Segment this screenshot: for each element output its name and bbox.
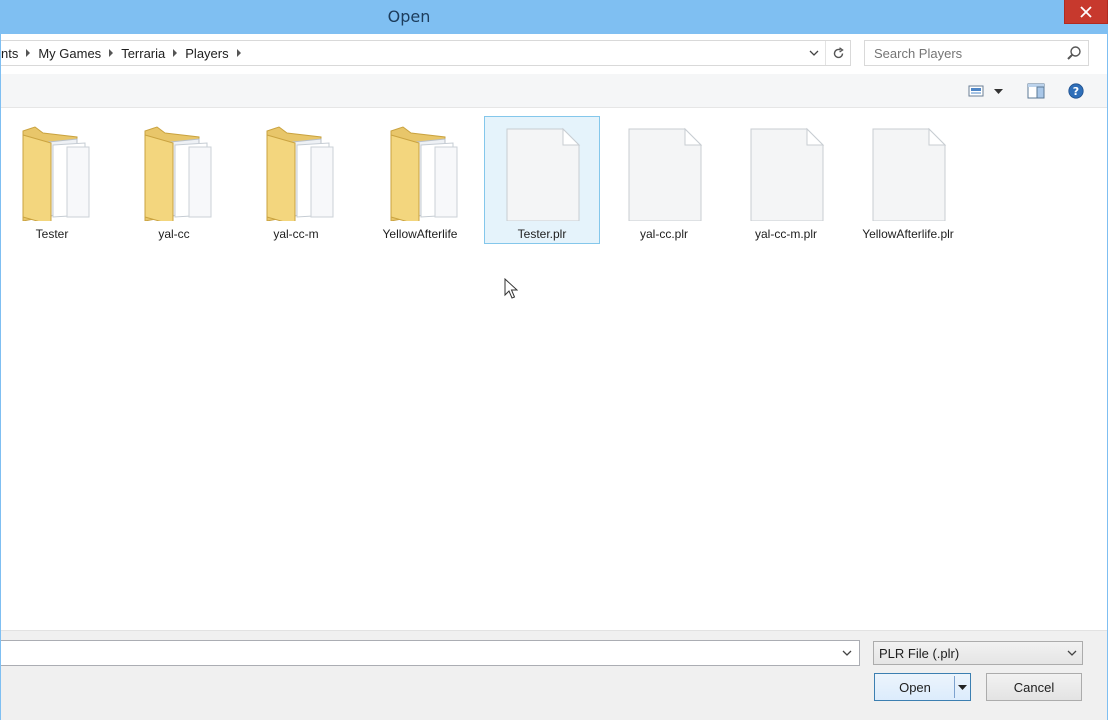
chevron-down-icon [842, 650, 852, 656]
dialog-footer: PLR File (.plr) Open Cancel [0, 630, 1108, 720]
file-item-folder[interactable]: YellowAfterlife [362, 116, 478, 244]
change-view-button[interactable] [966, 82, 986, 100]
breadcrumb: nts My Games Terraria Players [1, 41, 244, 65]
triangle-down-icon [958, 684, 967, 690]
search-input[interactable] [865, 41, 1060, 65]
breadcrumb-item-my-games[interactable]: My Games [33, 46, 106, 61]
help-icon: ? [1068, 83, 1084, 99]
cancel-button[interactable]: Cancel [986, 673, 1082, 701]
refresh-button[interactable] [825, 41, 851, 65]
address-row: nts My Games Terraria Players [0, 34, 1108, 74]
file-item-label: YellowAfterlife.plr [862, 227, 954, 241]
breadcrumb-item-players[interactable]: Players [180, 46, 233, 61]
file-item-label: yal-cc-m [273, 227, 319, 241]
close-button[interactable] [1064, 0, 1108, 24]
open-button-label: Open [899, 680, 931, 695]
breadcrumb-item-terraria[interactable]: Terraria [116, 46, 170, 61]
file-item-folder[interactable]: yal-cc-m [238, 116, 354, 244]
svg-text:?: ? [1073, 85, 1079, 98]
file-type-select[interactable]: PLR File (.plr) [873, 641, 1083, 665]
open-button[interactable]: Open [874, 673, 971, 701]
address-history-dropdown[interactable] [803, 41, 825, 65]
file-name-input[interactable] [0, 641, 835, 665]
file-item-selected[interactable]: Tester.plr [484, 116, 600, 244]
chevron-down-icon [1067, 650, 1077, 656]
document-icon [872, 127, 947, 221]
file-type-selected: PLR File (.plr) [879, 646, 960, 661]
breadcrumb-separator-icon[interactable] [106, 41, 116, 65]
file-item-label: yal-cc.plr [639, 227, 688, 241]
file-item-label: yal-cc [158, 227, 190, 241]
open-options-dropdown[interactable] [954, 676, 970, 698]
document-icon [750, 127, 825, 221]
search-box[interactable] [864, 40, 1089, 66]
folder-icon [144, 126, 212, 221]
close-icon [1080, 5, 1092, 18]
file-item[interactable]: YellowAfterlife.plr [850, 116, 966, 244]
view-options-dropdown[interactable] [990, 82, 1006, 100]
breadcrumb-separator-icon[interactable] [234, 41, 244, 65]
file-item-folder[interactable]: yal-cc [116, 116, 232, 244]
help-button[interactable]: ? [1066, 82, 1086, 100]
refresh-icon [833, 46, 844, 58]
breadcrumb-separator-icon[interactable] [23, 41, 33, 65]
file-type-dropdown[interactable] [1062, 642, 1082, 664]
document-icon [506, 127, 581, 221]
document-icon [628, 127, 703, 221]
preview-pane-button[interactable] [1025, 82, 1047, 100]
address-bar[interactable]: nts My Games Terraria Players [1, 40, 851, 66]
search-icon[interactable] [1065, 45, 1083, 61]
folder-icon [390, 126, 458, 221]
command-toolbar: ? [0, 74, 1108, 108]
window-border-left [0, 34, 1, 720]
breadcrumb-separator-icon[interactable] [170, 41, 180, 65]
file-item-label: YellowAfterlife [382, 227, 458, 241]
file-item-label: Tester [35, 227, 69, 241]
title-bar: Open [0, 0, 1108, 34]
file-name-combo[interactable] [0, 640, 860, 666]
window-title: Open [387, 7, 431, 26]
preview-pane-icon [1027, 83, 1045, 99]
file-item[interactable]: yal-cc.plr [606, 116, 722, 244]
mouse-cursor-icon [504, 278, 518, 299]
file-item[interactable]: yal-cc-m.plr [728, 116, 844, 244]
folder-icon [22, 126, 90, 221]
triangle-down-icon [993, 88, 1003, 94]
file-item-label: Tester.plr [517, 227, 567, 241]
folder-icon [266, 126, 334, 221]
change-view-icon [968, 85, 984, 97]
chevron-down-icon [809, 50, 819, 56]
breadcrumb-item-documents[interactable]: nts [1, 46, 23, 61]
file-item-label: yal-cc-m.plr [755, 227, 817, 241]
file-item-folder[interactable]: Tester [0, 116, 110, 244]
file-list-view[interactable]: Tester yal-cc yal-cc-m YellowAfterlife T… [0, 108, 1108, 630]
file-name-dropdown[interactable] [836, 641, 858, 665]
